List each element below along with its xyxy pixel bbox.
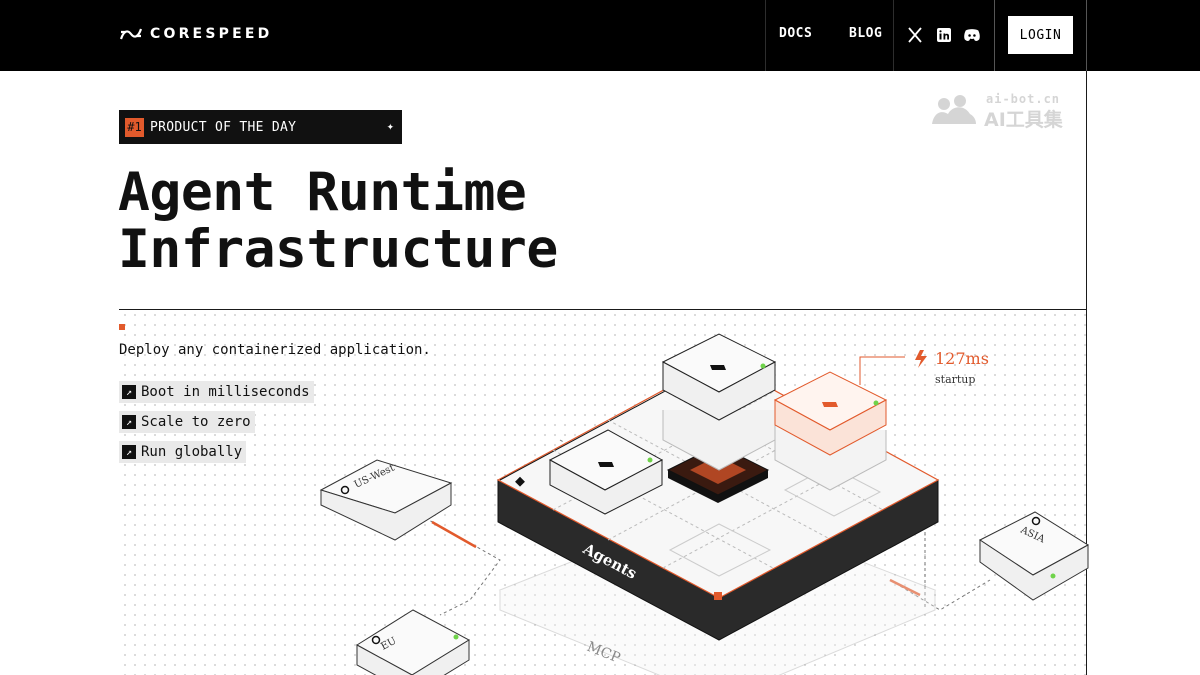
badge-rank: #1 <box>125 117 144 137</box>
arrow-up-right-icon: ↗ <box>122 385 136 399</box>
startup-time: 127ms <box>935 349 989 368</box>
nav-link-docs[interactable]: DOCS <box>779 26 812 41</box>
infrastructure-illustration: MCP Agents 127ms startup US-West EU ASIA <box>319 333 1089 675</box>
top-nav-bar: CORESPEED DOCS BLOG LOGIN <box>0 0 1200 71</box>
region-link-us-west <box>431 520 477 549</box>
product-of-the-day-badge[interactable]: #1 PRODUCT OF THE DAY ✦ <box>119 110 402 144</box>
corespeed-logo-icon <box>120 28 142 40</box>
arrow-up-right-icon: ↗ <box>122 415 136 429</box>
brand-logo[interactable]: CORESPEED <box>120 26 272 42</box>
page-title-line-2: Infrastructure <box>118 219 558 280</box>
feature-label: Scale to zero <box>141 414 251 430</box>
watermark-domain: ai-bot.cn <box>986 92 1061 106</box>
feature-label: Boot in milliseconds <box>141 384 310 400</box>
watermark: ai-bot.cn AI工具集 <box>930 90 1090 131</box>
badge-text: PRODUCT OF THE DAY <box>150 119 297 135</box>
sparkle-icon: ✦ <box>386 119 394 133</box>
startup-callout-line <box>859 356 905 385</box>
startup-caption: startup <box>935 373 975 386</box>
page-title: Agent Runtime Infrastructure <box>118 164 558 278</box>
accent-marker <box>119 324 125 330</box>
x-icon[interactable] <box>906 26 924 44</box>
feature-item-global: ↗ Run globally <box>119 441 247 463</box>
page-title-line-1: Agent Runtime <box>118 162 527 223</box>
brand-name: CORESPEED <box>150 26 273 42</box>
linkedin-icon[interactable] <box>935 26 953 44</box>
region-node-eu <box>356 609 471 675</box>
nav-divider <box>765 0 766 71</box>
region-node-asia <box>979 511 1089 601</box>
nav-divider <box>994 0 995 71</box>
arrow-up-right-icon: ↗ <box>122 445 136 459</box>
login-button[interactable]: LOGIN <box>1008 16 1073 54</box>
feature-label: Run globally <box>141 444 243 460</box>
discord-icon[interactable] <box>963 26 981 44</box>
nav-link-blog[interactable]: BLOG <box>849 26 882 41</box>
watermark-name: AI工具集 <box>984 109 1063 131</box>
corner-marker <box>714 592 722 600</box>
nav-divider <box>893 0 894 71</box>
watermark-logo-icon <box>932 95 976 124</box>
nav-divider <box>1086 0 1087 71</box>
lightning-icon <box>915 350 927 368</box>
feature-item-scale: ↗ Scale to zero <box>119 411 255 433</box>
feature-item-boot: ↗ Boot in milliseconds <box>119 381 314 403</box>
